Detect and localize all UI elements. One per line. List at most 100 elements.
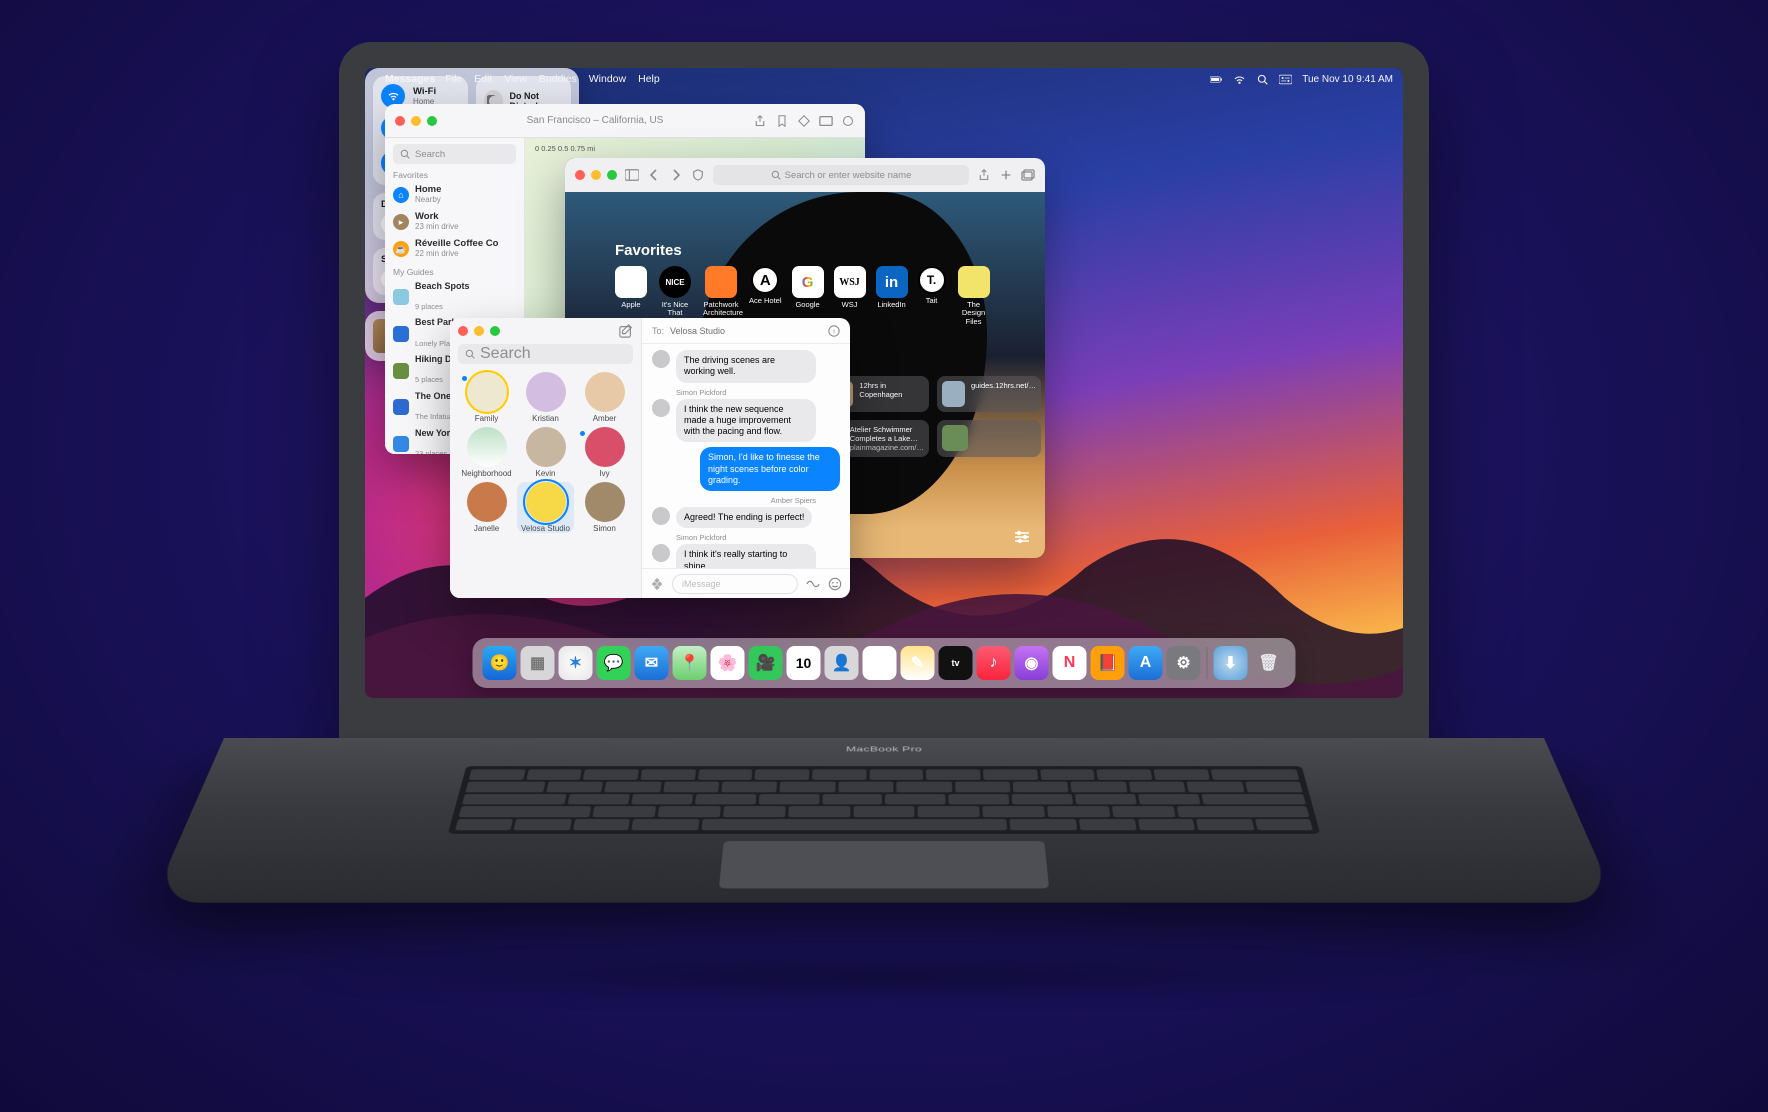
dock-notes[interactable]: ✎ [901, 646, 935, 680]
dock-safari[interactable]: ✶ [559, 646, 593, 680]
dock-finder[interactable]: 🙂 [483, 646, 517, 680]
dock-music[interactable]: ♪ [977, 646, 1011, 680]
wifi-icon[interactable] [1233, 74, 1246, 85]
menubar-datetime[interactable]: Tue Nov 10 9:41 AM [1302, 74, 1393, 85]
bookmark-icon[interactable] [775, 115, 789, 127]
dock-facetime[interactable]: 🎥 [749, 646, 783, 680]
contact-neighborhood[interactable]: Neighborhood [458, 427, 515, 478]
compose-icon[interactable] [619, 324, 633, 338]
reading-card[interactable]: guides.12hrs.net/… [937, 376, 1041, 412]
share-icon[interactable] [977, 169, 991, 181]
menu-buddies[interactable]: Buddies [539, 73, 577, 85]
dock-maps[interactable]: 📍 [673, 646, 707, 680]
directions-icon[interactable] [797, 115, 811, 127]
minimize-button[interactable] [591, 170, 601, 180]
contact-family[interactable]: Family [458, 372, 515, 423]
favorites-label: Favorites [393, 170, 516, 180]
dock-preferences[interactable]: ⚙ [1167, 646, 1201, 680]
menu-edit[interactable]: Edit [474, 73, 492, 85]
info-icon[interactable]: i [828, 325, 840, 337]
fav-linkedin[interactable]: inLinkedIn [876, 266, 908, 326]
tabs-icon[interactable] [1021, 169, 1035, 181]
emoji-icon[interactable] [828, 577, 842, 591]
zoom-button[interactable] [607, 170, 617, 180]
favorite-home[interactable]: ⌂HomeNearby [393, 182, 516, 209]
new-tab-icon[interactable] [999, 169, 1013, 181]
forward-icon[interactable] [669, 169, 683, 181]
home-pin-icon: ⌂ [393, 187, 409, 203]
compose-bar: iMessage [642, 568, 850, 598]
contact-velosa[interactable]: Velosa Studio [517, 482, 574, 533]
dock-calendar[interactable]: 10 [787, 646, 821, 680]
messages-search-input[interactable]: Search [458, 344, 633, 364]
contact-simon[interactable]: Simon [576, 482, 633, 533]
drop-shadow [284, 952, 1484, 1002]
minimize-button[interactable] [474, 326, 484, 336]
menubar-app-name[interactable]: Messages [385, 73, 435, 85]
menu-file[interactable]: File [445, 73, 462, 85]
favorite-work[interactable]: ▸Work23 min drive [393, 209, 516, 236]
dock-launchpad[interactable]: ▦ [521, 646, 555, 680]
trackpad [719, 841, 1049, 888]
guide-item[interactable]: Beach Spots9 places [393, 279, 516, 316]
screen: Messages File Edit View Buddies Window H… [365, 68, 1403, 698]
fav-wsj[interactable]: WSJWSJ [834, 266, 866, 326]
minimize-button[interactable] [411, 116, 421, 126]
fav-google[interactable]: GGoogle [792, 266, 824, 326]
close-button[interactable] [575, 170, 585, 180]
dock-contacts[interactable]: 👤 [825, 646, 859, 680]
favorite-coffee[interactable]: ☕Réveille Coffee Co22 min drive [393, 236, 516, 263]
map-settings-icon[interactable] [841, 115, 855, 127]
contact-kevin[interactable]: Kevin [517, 427, 574, 478]
svg-text:i: i [833, 328, 835, 335]
dock-photos[interactable]: 🌸 [711, 646, 745, 680]
dock-books[interactable]: 📕 [1091, 646, 1125, 680]
sidebar-icon[interactable] [625, 169, 639, 181]
maps-traffic-lights [395, 116, 437, 126]
control-center-icon[interactable] [1279, 74, 1292, 85]
fav-patchwork[interactable]: Patchwork Architecture [703, 266, 739, 326]
voice-icon[interactable] [806, 577, 820, 591]
url-input[interactable]: Search or enter website name [713, 165, 969, 185]
dock-messages[interactable]: 💬 [597, 646, 631, 680]
contact-kristian[interactable]: Kristian [517, 372, 574, 423]
map-scale: 0 0.25 0.5 0.75 mi [535, 144, 595, 153]
fav-ace[interactable]: AAce Hotel [749, 266, 782, 326]
dock-reminders[interactable]: ☑ [863, 646, 897, 680]
battery-icon[interactable] [1210, 74, 1223, 85]
fav-apple[interactable]: Apple [615, 266, 647, 326]
contact-janelle[interactable]: Janelle [458, 482, 515, 533]
dock-appstore[interactable]: A [1129, 646, 1163, 680]
menu-window[interactable]: Window [589, 73, 626, 85]
dock-tv[interactable]: tv [939, 646, 973, 680]
share-icon[interactable] [753, 115, 767, 127]
contact-ivy[interactable]: Ivy [576, 427, 633, 478]
dock-podcasts[interactable]: ◉ [1015, 646, 1049, 680]
menu-help[interactable]: Help [638, 73, 660, 85]
imessage-input[interactable]: iMessage [672, 574, 798, 594]
fav-nice[interactable]: NICEIt's Nice That [657, 266, 693, 326]
apps-icon[interactable] [650, 577, 664, 591]
shield-icon[interactable] [691, 169, 705, 181]
maps-search-input[interactable]: Search [393, 144, 516, 164]
dock-news[interactable]: N [1053, 646, 1087, 680]
dock-mail[interactable]: ✉ [635, 646, 669, 680]
close-button[interactable] [395, 116, 405, 126]
fav-design-files[interactable]: The Design Files [956, 266, 992, 326]
close-button[interactable] [458, 326, 468, 336]
reading-card[interactable] [937, 420, 1041, 457]
fav-tait[interactable]: T.Tait [918, 266, 946, 326]
back-icon[interactable] [647, 169, 661, 181]
dock-trash[interactable]: 🗑 [1252, 646, 1286, 680]
unread-dot-icon [580, 431, 585, 436]
spotlight-icon[interactable] [1256, 74, 1269, 85]
contact-amber[interactable]: Amber [576, 372, 633, 423]
chat-thread[interactable]: The driving scenes are working well. Sim… [642, 344, 850, 568]
menu-view[interactable]: View [504, 73, 527, 85]
zoom-button[interactable] [427, 116, 437, 126]
dock-downloads[interactable]: ⬇ [1214, 646, 1248, 680]
zoom-button[interactable] [490, 326, 500, 336]
page-settings-icon[interactable] [1013, 530, 1031, 544]
messages-chat: To: Velosa Studio i The driving scenes a… [642, 318, 850, 598]
view-mode-icon[interactable] [819, 115, 833, 127]
